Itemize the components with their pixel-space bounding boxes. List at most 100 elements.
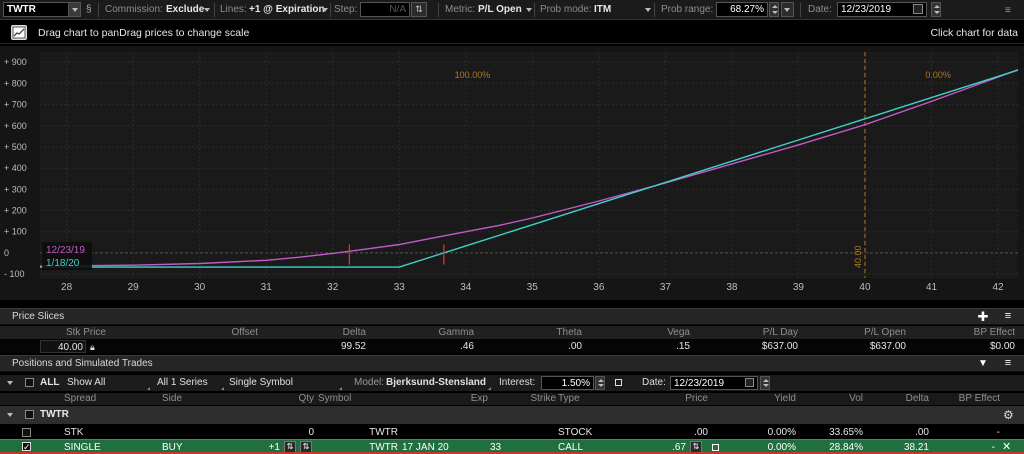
reference-line-label: 40.00 (853, 245, 863, 268)
chevron-down-icon[interactable] (68, 3, 80, 16)
col-qty[interactable]: Qty (232, 393, 314, 406)
show-filter-value: Show All (67, 377, 106, 388)
lines-dropdown-icon[interactable] (322, 8, 328, 12)
col-pl-day[interactable]: P/L Day (694, 326, 798, 339)
date-spinner[interactable] (931, 2, 941, 17)
commission-dropdown-icon[interactable] (204, 8, 210, 12)
col-gamma[interactable]: Gamma (370, 326, 474, 339)
col-vega[interactable]: Vega (586, 326, 690, 339)
add-slice-icon[interactable]: ✚ (975, 310, 991, 324)
bp-effect-value: $0.00 (989, 341, 1015, 352)
expand-all-icon[interactable] (7, 381, 13, 385)
x-tick-label: 37 (660, 282, 672, 293)
x-tick-label: 42 (992, 282, 1004, 293)
prob-range-spinner[interactable] (769, 2, 779, 17)
metric-value[interactable]: P/L Open (478, 0, 522, 20)
row-yield: 0.00% (767, 427, 796, 438)
positions-date-label: Date: (642, 377, 666, 388)
metric-dropdown-icon[interactable] (526, 8, 532, 12)
step-spinner[interactable]: ⇅ (411, 2, 427, 17)
row-checkbox[interactable] (22, 428, 31, 437)
positions-date-spinner[interactable] (760, 376, 770, 390)
collapse-icon[interactable]: ▼ (975, 357, 991, 371)
group-checkbox[interactable] (25, 410, 34, 419)
symbol-value: TWTR (7, 4, 36, 15)
risk-profile-svg[interactable]: + 900 + 800 + 700 + 600 + 500 + 400 + 300 + 200… (0, 46, 1024, 300)
commission-value[interactable]: Exclude (166, 0, 204, 20)
legend-entry: 12/23/19 (46, 245, 85, 256)
x-tick-label: 31 (261, 282, 273, 293)
col-bp-effect-pos[interactable]: BP Effect (932, 393, 1000, 406)
x-tick-label: 34 (460, 282, 472, 293)
row-price[interactable]: .00 (630, 426, 708, 439)
positions-calendar-icon[interactable] (745, 378, 754, 387)
stk-price-input[interactable]: 40.00 (40, 340, 86, 353)
price-slices-title: Price Slices (12, 311, 65, 322)
prob-range-dropdown[interactable] (781, 2, 794, 17)
legend-entry: 1/18/20 (46, 258, 80, 269)
prob-range-input[interactable]: 68.27% (716, 2, 768, 17)
x-tick-label: 38 (726, 282, 738, 293)
col-pl-open[interactable]: P/L Open (802, 326, 906, 339)
slice-menu-icon[interactable]: ≡ (1000, 310, 1016, 324)
x-tick-label: 28 (61, 282, 73, 293)
chart-settings-icon[interactable] (11, 25, 27, 40)
x-tick-label: 39 (793, 282, 805, 293)
menu-icon[interactable]: ≡ (1005, 5, 1011, 16)
col-delta-pos[interactable]: Delta (866, 393, 929, 406)
interest-lock-icon[interactable] (615, 379, 622, 386)
col-price[interactable]: Price (630, 393, 708, 406)
row-strike[interactable] (490, 426, 556, 439)
col-symbol[interactable]: Symbol (318, 393, 398, 406)
x-tick-label: 29 (128, 282, 140, 293)
group-collapse-icon[interactable] (7, 413, 13, 417)
prob-mode-dropdown-icon[interactable] (645, 8, 651, 12)
col-spread[interactable]: Spread (64, 393, 159, 406)
row-type[interactable]: STOCK (558, 426, 628, 439)
col-side[interactable]: Side (162, 393, 228, 406)
col-strike[interactable]: Strike (490, 393, 556, 406)
price-slices-header[interactable]: Price Slices ✚ ≡ (0, 308, 1024, 325)
y-tick-label: + 600 (4, 121, 27, 131)
prob-mode-value[interactable]: ITM (594, 0, 611, 20)
positions-menu-icon[interactable]: ≡ (1000, 357, 1016, 371)
col-vol[interactable]: Vol (800, 393, 863, 406)
y-tick-label: + 700 (4, 100, 27, 110)
table-row[interactable]: STK 0 TWTR STOCK .00 0.00% 33.65% .00 - (0, 426, 1024, 439)
interest-input[interactable]: 1.50% (541, 376, 594, 390)
lines-value[interactable]: +1 @ Expiration (249, 0, 325, 20)
interest-spinner[interactable] (595, 376, 605, 390)
model-dropdown[interactable]: Bjerksund-Stensland (383, 376, 491, 390)
show-filter-dropdown[interactable]: Show All (64, 376, 150, 390)
row-checkbox-checked[interactable]: ✓ (22, 442, 31, 452)
lock-icon[interactable]: 🔒︎ (90, 341, 95, 354)
row-qty[interactable]: 0 (232, 426, 314, 439)
row-side[interactable] (162, 426, 228, 439)
step-input[interactable]: N/A (360, 2, 410, 17)
risk-profile-chart[interactable]: + 900 + 800 + 700 + 600 + 500 + 400 + 300 + 200… (0, 46, 1024, 300)
probability-annotation: 0.00% (925, 70, 951, 80)
col-delta[interactable]: Delta (262, 326, 366, 339)
col-bp-effect[interactable]: BP Effect (910, 326, 1015, 339)
group-row-twtr[interactable]: TWTR ⚙ (0, 406, 1024, 424)
gamma-value: .46 (460, 341, 474, 352)
col-type[interactable]: Type (558, 393, 628, 406)
series-filter-dropdown[interactable]: All 1 Series (154, 376, 224, 390)
y-tick-label: + 400 (4, 163, 27, 173)
price-lock-icon[interactable] (712, 444, 719, 451)
calendar-icon[interactable] (913, 4, 923, 14)
col-theta[interactable]: Theta (478, 326, 582, 339)
col-offset[interactable]: Offset (110, 326, 259, 339)
positions-header[interactable]: Positions and Simulated Trades ▼ ≡ (0, 355, 1024, 372)
row-exp[interactable] (400, 426, 488, 439)
select-all-checkbox[interactable] (25, 378, 34, 387)
symbol-selector[interactable]: TWTR (3, 2, 81, 17)
gear-icon[interactable]: ⚙ (1003, 406, 1014, 424)
link-icon[interactable]: § (86, 0, 92, 20)
model-value: Bjerksund-Stensland (386, 377, 487, 388)
symbol-mode-dropdown[interactable]: Single Symbol (226, 376, 342, 390)
step-label: Step: (334, 4, 358, 15)
col-yield[interactable]: Yield (730, 393, 796, 406)
col-exp[interactable]: Exp (400, 393, 488, 406)
col-stk-price[interactable]: Stk Price (0, 326, 106, 339)
